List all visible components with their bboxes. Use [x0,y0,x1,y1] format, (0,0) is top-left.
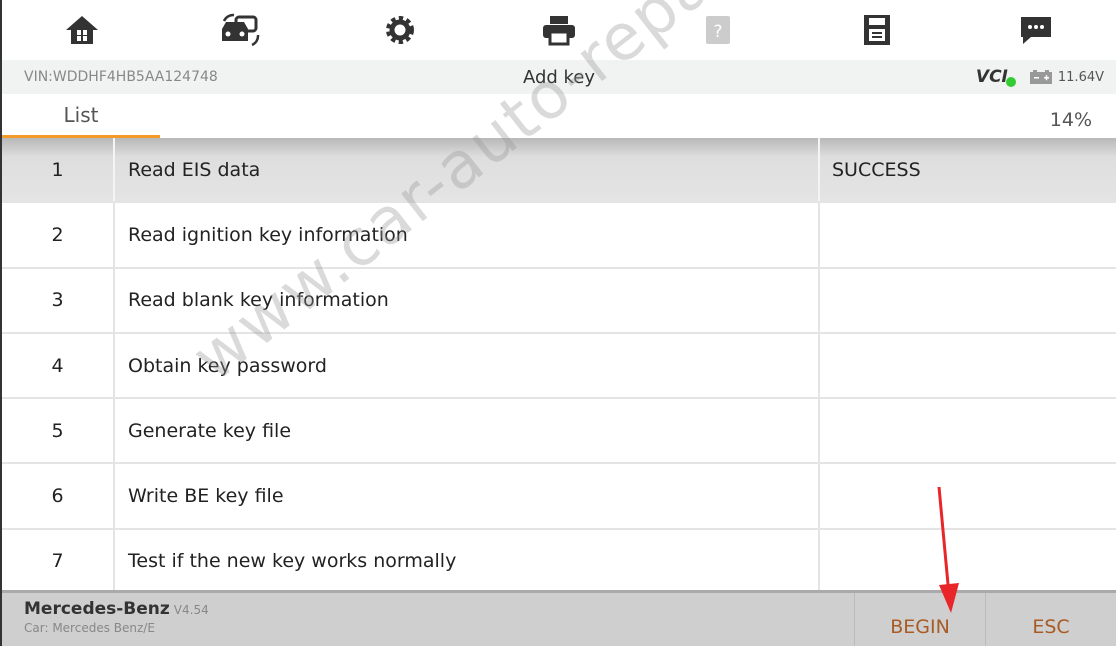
step-name: Read EIS data [115,138,820,202]
print-button[interactable] [529,5,589,55]
battery-status: 11.64V [1029,69,1104,85]
step-status: SUCCESS [832,158,921,181]
save-button[interactable] [847,5,907,55]
vci-connected-icon [1005,77,1016,87]
tab-list[interactable]: List [2,94,160,138]
step-table: 1 Read EIS data SUCCESS 2 Read ignition key … [2,138,1116,596]
step-status [820,203,1116,266]
vin: VIN:WDDHF4HB5AA124748 [24,69,218,85]
vci-label: VCI [975,67,1008,87]
toolbar: ? [2,0,1116,60]
table-row[interactable]: 7 Test if the new key works normally [2,529,1116,596]
step-number: 1 [2,138,115,202]
step-name: Read ignition key information [115,203,820,267]
table-row[interactable]: 4 Obtain key password [2,333,1116,400]
step-status [820,399,1116,462]
step-number: 3 [2,268,115,332]
message-icon [1021,17,1052,44]
info-bar: VIN:WDDHF4HB5AA124748 Add key VCI 11.64V [2,60,1116,94]
table-row[interactable]: 1 Read EIS data SUCCESS [2,138,1116,204]
help-icon: ? [706,16,731,44]
gear-icon [385,16,414,44]
table-row[interactable]: 2 Read ignition key information [2,203,1116,269]
step-name: Write BE key file [115,464,820,528]
step-name: Obtain key password [115,333,820,398]
car-model: Car: Mercedes Benz/E [24,621,155,635]
table-row[interactable]: 3 Read blank key information [2,268,1116,334]
step-number: 4 [2,333,115,398]
begin-button[interactable]: BEGIN [854,593,985,646]
step-number: 6 [2,464,115,528]
vehicle-switch-button[interactable] [211,5,271,55]
step-name: Generate key file [115,399,820,463]
footer: Mercedes-Benz V4.54 Car: Mercedes Benz/E … [2,590,1116,646]
vci-status: VCI [975,67,1016,87]
step-name: Test if the new key works normally [115,529,820,594]
step-status [820,269,1116,332]
step-status [820,464,1116,527]
esc-button[interactable]: ESC [985,593,1116,646]
step-name: Read blank key information [115,268,820,332]
step-number: 7 [2,529,115,594]
home-button[interactable] [52,5,112,55]
printer-icon [542,16,575,46]
progress-percent: 14% [1049,109,1092,131]
step-status [820,530,1116,593]
settings-button[interactable] [370,5,430,55]
step-status [820,334,1116,397]
message-button[interactable] [1006,5,1066,55]
svg-text:?: ? [714,22,723,42]
save-icon [864,15,891,45]
vehicle-info: Mercedes-Benz V4.54 Car: Mercedes Benz/E [2,593,854,646]
help-button[interactable]: ? [688,5,748,55]
software-version: V4.54 [173,603,209,617]
tab-bar: List 14% [2,94,1116,138]
battery-icon [1029,70,1052,84]
table-row[interactable]: 5 Generate key file [2,399,1116,465]
voltage: 11.64V [1057,69,1104,85]
table-row[interactable]: 6 Write BE key file [2,464,1116,530]
home-icon [65,16,98,44]
step-number: 5 [2,399,115,463]
step-number: 2 [2,203,115,267]
brand-name: Mercedes-Benz [24,599,170,619]
vehicle-switch-icon [221,13,259,47]
